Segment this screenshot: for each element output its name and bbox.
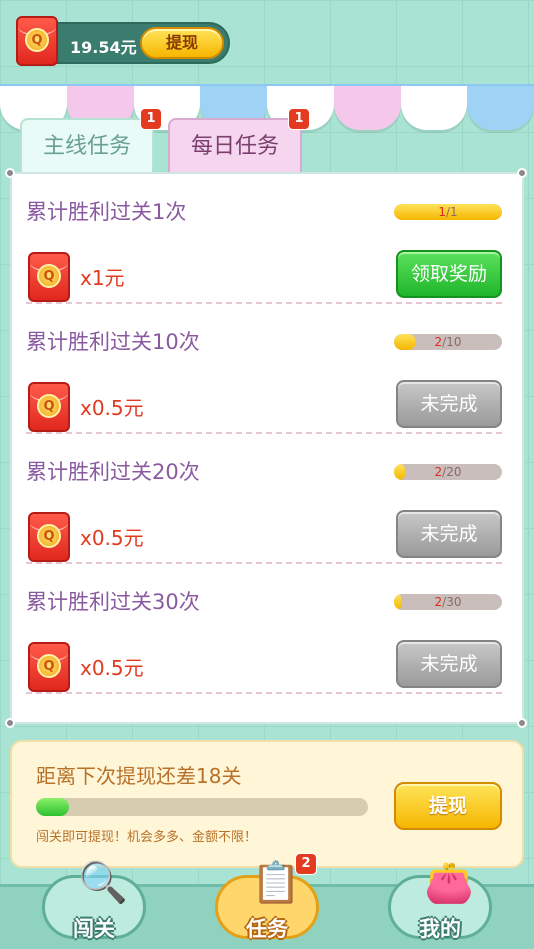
task-row: 累计胜利过关10次 2/10 Q x0.5元 未完成 xyxy=(26,304,502,434)
panel-pin-icon xyxy=(5,168,15,178)
tab-daily-tasks[interactable]: 每日任务 1 xyxy=(168,108,310,174)
withdraw-tip: 闯关即可提现！机会多多、金额不限！ xyxy=(36,830,258,845)
withdraw-card: 距离下次提现还差18关 闯关即可提现！机会多多、金额不限！ 提现 xyxy=(10,740,524,868)
task-progress: 2/10 xyxy=(394,334,502,350)
incomplete-button[interactable]: 未完成 xyxy=(396,510,502,558)
task-progress: 2/30 xyxy=(394,594,502,610)
magnifier-icon: 🔍 xyxy=(78,860,128,906)
task-title: 累计胜利过关10次 xyxy=(26,330,200,354)
incomplete-button[interactable]: 未完成 xyxy=(396,380,502,428)
nav-label: 任务 xyxy=(246,917,288,941)
panel-pin-icon xyxy=(5,718,15,728)
withdraw-card-title: 距离下次提现还差18关 xyxy=(36,764,242,788)
task-reward: x1元 xyxy=(80,266,125,290)
nav-item-tasks[interactable]: 📋 任务 2 xyxy=(215,853,319,949)
bottom-nav: 🔍 闯关 📋 任务 2 👛 我的 xyxy=(0,853,534,949)
task-reward: x0.5元 xyxy=(80,656,144,680)
claim-reward-button[interactable]: 领取奖励 xyxy=(396,250,502,298)
tab-daily-badge: 1 xyxy=(288,108,310,130)
task-title: 累计胜利过关30次 xyxy=(26,590,200,614)
panel-pin-icon xyxy=(517,718,527,728)
balance-bar: Q 19.54元 提现 xyxy=(16,16,230,66)
task-list[interactable]: 累计胜利过关1次 1/1 Q x1元 领取奖励 累计胜利过关10次 2/10 Q… xyxy=(10,172,524,724)
task-row: 累计胜利过关1次 1/1 Q x1元 领取奖励 xyxy=(26,174,502,304)
task-progress: 2/20 xyxy=(394,464,502,480)
tab-daily-label: 每日任务 xyxy=(190,134,279,159)
nav-item-mine[interactable]: 👛 我的 xyxy=(388,861,492,949)
red-packet-icon: Q xyxy=(28,512,70,562)
red-packet-icon: Q xyxy=(28,382,70,432)
tab-main-tasks[interactable]: 主线任务 1 xyxy=(20,108,162,174)
withdraw-progress xyxy=(36,798,368,816)
task-progress: 1/1 xyxy=(394,204,502,220)
task-reward: x0.5元 xyxy=(80,526,144,550)
tab-main-label: 主线任务 xyxy=(42,134,131,159)
red-packet-icon: Q xyxy=(28,642,70,692)
nav-label: 我的 xyxy=(419,917,461,941)
clipboard-icon: 📋 xyxy=(251,860,301,906)
red-packet-icon: Q xyxy=(16,16,58,66)
task-row: 累计胜利过关20次 2/20 Q x0.5元 未完成 xyxy=(26,434,502,564)
nav-label: 闯关 xyxy=(73,917,115,941)
balance-amount: 19.54元 xyxy=(70,38,137,57)
task-reward: x0.5元 xyxy=(80,396,144,420)
withdraw-card-button[interactable]: 提现 xyxy=(394,782,502,830)
task-title: 累计胜利过关20次 xyxy=(26,460,200,484)
nav-item-levels[interactable]: 🔍 闯关 xyxy=(42,861,146,949)
task-row: 累计胜利过关30次 2/30 Q x0.5元 未完成 xyxy=(26,564,502,694)
wallet-icon: 👛 xyxy=(424,860,474,906)
tab-main-badge: 1 xyxy=(140,108,162,130)
nav-tasks-badge: 2 xyxy=(295,853,317,875)
task-title: 累计胜利过关1次 xyxy=(26,200,187,224)
red-packet-icon: Q xyxy=(28,252,70,302)
panel-pin-icon xyxy=(517,168,527,178)
incomplete-button[interactable]: 未完成 xyxy=(396,640,502,688)
withdraw-button[interactable]: 提现 xyxy=(140,27,224,59)
